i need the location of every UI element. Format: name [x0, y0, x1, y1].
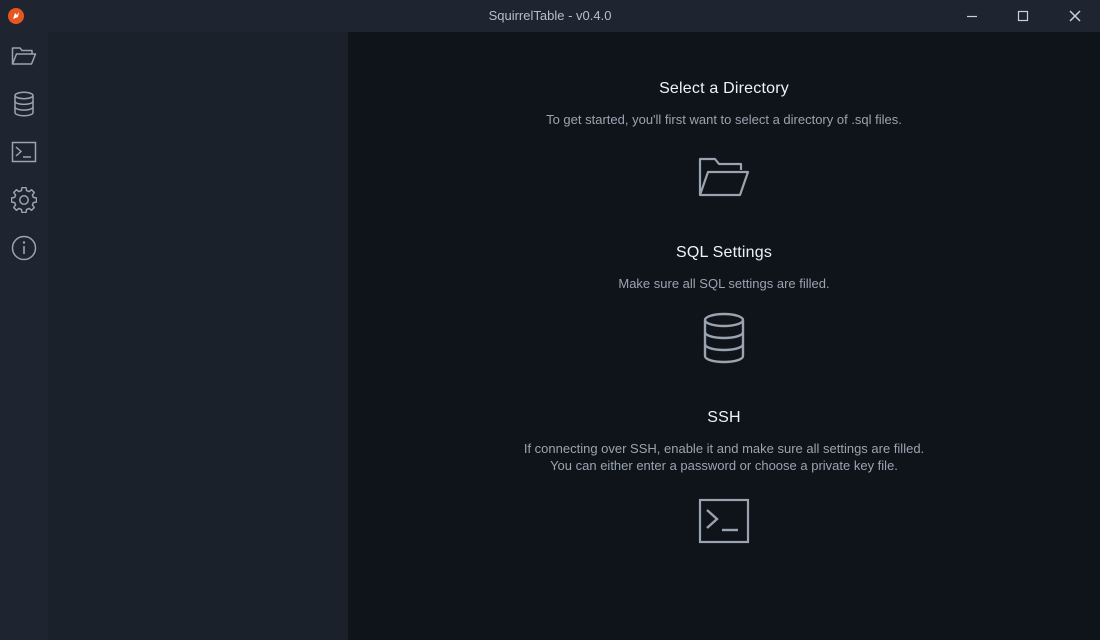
info-icon — [11, 235, 37, 261]
nav-folder-button[interactable] — [0, 32, 48, 80]
nav-database-button[interactable] — [0, 80, 48, 128]
close-icon — [1069, 10, 1081, 22]
close-button[interactable] — [1052, 0, 1098, 32]
section-description: To get started, you'll first want to sel… — [546, 112, 902, 127]
maximize-button[interactable] — [1000, 0, 1046, 32]
title-bar: SquirrelTable - v0.4.0 — [0, 0, 1100, 32]
folder-open-icon — [11, 47, 37, 65]
section-description: If connecting over SSH, enable it and ma… — [348, 440, 1100, 474]
window-title: SquirrelTable - v0.4.0 — [488, 8, 612, 23]
minimize-button[interactable] — [949, 0, 995, 32]
icon-sidebar — [0, 32, 48, 640]
description-line: You can either enter a password or choos… — [550, 458, 898, 473]
database-icon — [703, 312, 745, 364]
section-title: SSH — [707, 409, 741, 426]
terminal-icon — [11, 141, 37, 163]
section-description: Make sure all SQL settings are filled. — [618, 276, 830, 291]
section-select-directory: Select a Directory To get started, you'l… — [348, 80, 1100, 197]
section-title: SQL Settings — [675, 244, 773, 261]
section-sql-settings: SQL Settings Make sure all SQL settings … — [348, 244, 1100, 364]
nav-terminal-button[interactable] — [0, 128, 48, 176]
description-line: If connecting over SSH, enable it and ma… — [523, 441, 925, 456]
nav-about-button[interactable] — [0, 224, 48, 272]
maximize-icon — [1017, 10, 1029, 22]
section-ssh: SSH If connecting over SSH, enable it an… — [348, 409, 1100, 544]
section-title: Select a Directory — [659, 80, 789, 97]
folder-open-icon — [698, 157, 750, 197]
database-icon — [14, 91, 34, 117]
gear-icon — [11, 187, 37, 213]
nav-settings-button[interactable] — [0, 176, 48, 224]
minimize-icon — [967, 15, 977, 18]
main-content: Select a Directory To get started, you'l… — [348, 32, 1100, 640]
side-panel — [48, 32, 348, 640]
terminal-icon — [698, 498, 750, 544]
